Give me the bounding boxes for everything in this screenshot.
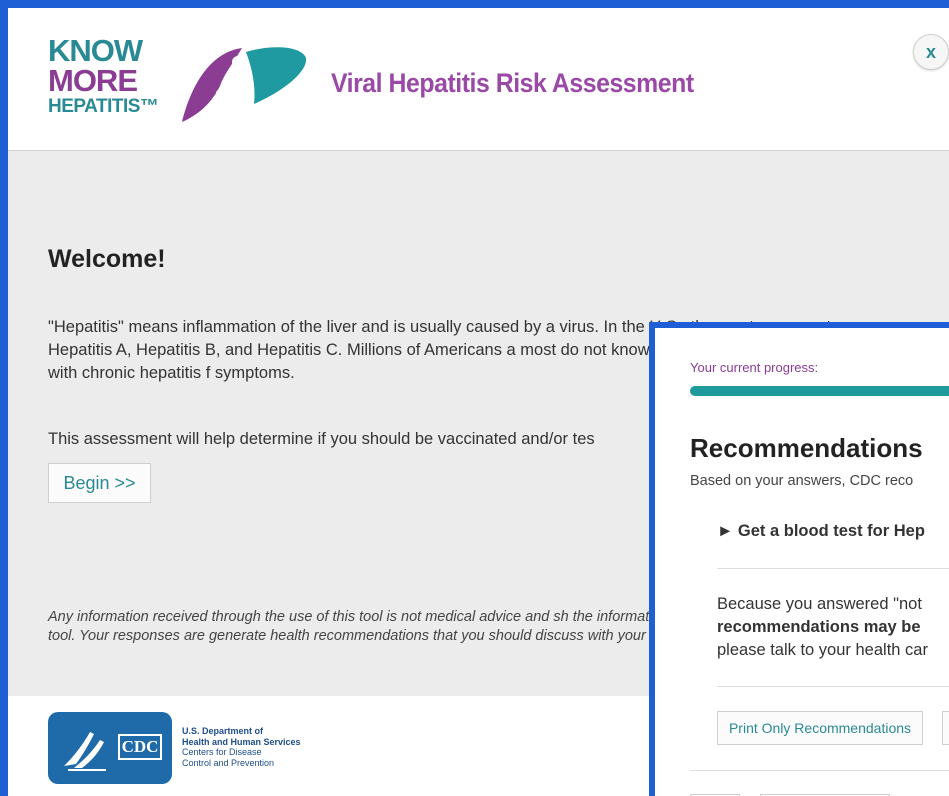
liver-figure-icon <box>182 47 307 122</box>
recommendation-item: ► Get a blood test for Hep <box>717 522 925 540</box>
eagle-icon <box>64 732 106 771</box>
progress-bar <box>690 386 949 396</box>
app-title: Viral Hepatitis Risk Assessment <box>331 68 694 98</box>
know-more-hepatitis-logo: KNOW MORE HEPATITIS™ <box>48 33 308 128</box>
recommendations-panel: Your current progress: Recommendations B… <box>649 322 949 796</box>
divider <box>717 568 949 569</box>
print-recommendations-button[interactable]: Print Only Recommendations <box>717 711 923 745</box>
divider <box>717 686 949 687</box>
logo-line-2: MORE <box>48 63 138 98</box>
progress-bar-fill <box>690 386 949 396</box>
divider <box>690 770 949 771</box>
progress-label: Your current progress: <box>690 360 819 375</box>
logo-line-1: KNOW <box>48 33 143 68</box>
logo-line-3: HEPATITIS™ <box>48 96 159 117</box>
recommendations-title: Recommendations <box>690 433 923 463</box>
cdc-label: CDC <box>118 734 162 760</box>
begin-button[interactable]: Begin >> <box>48 463 151 503</box>
header: KNOW MORE HEPATITIS™ Viral Hepatitis Ris… <box>8 8 949 151</box>
close-button[interactable]: x <box>913 34 949 70</box>
explanation-text: Because you answered "not recommendation… <box>717 595 928 659</box>
cdc-logo: CDC <box>48 712 172 784</box>
hhs-text: U.S. Department of Health and Human Serv… <box>182 726 301 768</box>
welcome-heading: Welcome! <box>48 245 166 273</box>
recommendations-subtitle: Based on your answers, CDC reco <box>690 473 914 489</box>
secondary-button[interactable] <box>942 711 949 745</box>
